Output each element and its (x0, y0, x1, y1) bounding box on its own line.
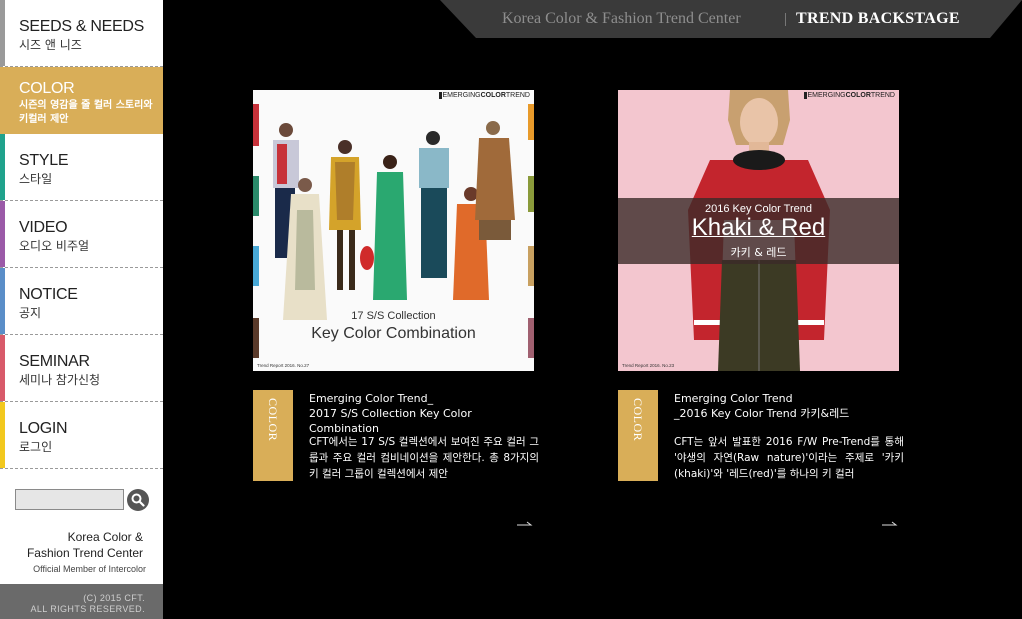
nav-sublabel: 로그인 (19, 440, 53, 454)
nav-label: SEEDS & NEEDS (19, 18, 145, 35)
card-title[interactable]: Emerging Color Trend _2016 Key Color Tre… (674, 391, 904, 421)
nav-item-style[interactable]: STYLE 스타일 (0, 134, 163, 201)
card-description: CFT는 앞서 발표한 2016 F/W Pre-Trend를 통해 '야생의 … (674, 436, 904, 480)
header-section-title: TREND BACKSTAGE (796, 10, 960, 27)
report-number: Trend Report 2016. No.27 (257, 363, 310, 368)
brand-name-line1: Korea Color & (67, 530, 143, 544)
nav-label: LOGIN (19, 420, 68, 437)
card-title[interactable]: Emerging Color Trend_ 2017 S/S Collectio… (309, 391, 539, 436)
header-divider (785, 13, 786, 26)
nav-label: COLOR (19, 80, 75, 97)
image-caption-line1: 17 S/S Collection (351, 310, 436, 322)
header-organization[interactable]: Korea Color & Fashion Trend Center (502, 10, 741, 28)
nav-label: NOTICE (19, 286, 78, 303)
nav-item-video[interactable]: VIDEO 오디오 비주얼 (0, 201, 163, 268)
nav-item-seminar[interactable]: SEMINAR 세미나 참가신청 (0, 335, 163, 402)
copyright-line2: ALL RIGHTS RESERVED. (30, 604, 145, 614)
read-more-arrow-icon[interactable] (882, 513, 898, 532)
read-more-arrow-icon[interactable] (517, 513, 533, 532)
nav-sublabel: 스타일 (19, 172, 53, 186)
nav-color-bar (0, 134, 5, 200)
nav-color-bar (0, 268, 5, 334)
nav-sublabel: 시즈 앤 니즈 (19, 38, 82, 52)
card-thumbnail[interactable]: EMERGINGCOLORTREND 2016 Key Color Trend … (618, 90, 899, 371)
category-tag: COLOR (253, 390, 293, 481)
image-caption-line2: Khaki & Red (691, 214, 826, 241)
nav-item-seeds-needs[interactable]: SEEDS & NEEDS 시즈 앤 니즈 (0, 0, 163, 67)
search-icon (131, 493, 145, 507)
card-thumbnail[interactable]: EMERGINGCOLORTREND 17 S/S Collection Key… (253, 90, 534, 371)
nav-sublabel: 세미나 참가신청 (19, 373, 101, 387)
image-caption-line3: 카키 & 레드 (730, 246, 787, 259)
search-input[interactable] (15, 489, 124, 510)
nav-color-bar (0, 0, 5, 66)
nav-color-bar (0, 402, 5, 468)
card-description: CFT에서는 17 S/S 컬렉션에서 보여진 주요 컬러 그룹과 주요 컬러 … (309, 436, 539, 480)
category-tag: COLOR (618, 390, 658, 481)
nav-item-color[interactable]: COLOR 시즌의 영감을 줄 컬러 스토리와 키컬러 제안 (0, 67, 163, 134)
copyright-line1: (C) 2015 CFT. (83, 593, 145, 603)
brand-name-line2: Fashion Trend Center (26, 546, 143, 560)
brand-tagline: Official Member of Intercolor (33, 564, 146, 574)
search-button[interactable] (127, 489, 149, 511)
nav-sublabel: 시즌의 영감을 줄 컬러 스토리와 키컬러 제안 (19, 100, 153, 125)
report-brand: EMERGINGCOLORTREND (438, 92, 530, 99)
nav-label: STYLE (19, 152, 69, 169)
sidebar: SEEDS & NEEDS 시즈 앤 니즈 COLOR 시즌의 영감을 줄 컬러… (0, 0, 163, 619)
nav-label: SEMINAR (19, 353, 90, 370)
nav-item-login[interactable]: LOGIN 로그인 (0, 402, 163, 469)
nav-sublabel: 오디오 비주얼 (19, 239, 90, 253)
nav-label: VIDEO (19, 219, 68, 236)
report-brand: EMERGINGCOLORTREND (803, 92, 895, 99)
nav-sublabel: 공지 (19, 306, 42, 320)
image-caption-line2: Key Color Combination (311, 325, 476, 342)
report-number: Trend Report 2016. No.23 (622, 363, 675, 368)
copyright-bar: (C) 2015 CFT. ALL RIGHTS RESERVED. (0, 584, 163, 619)
nav-color-bar (0, 335, 5, 401)
nav-color-bar (0, 201, 5, 267)
nav-item-notice[interactable]: NOTICE 공지 (0, 268, 163, 335)
